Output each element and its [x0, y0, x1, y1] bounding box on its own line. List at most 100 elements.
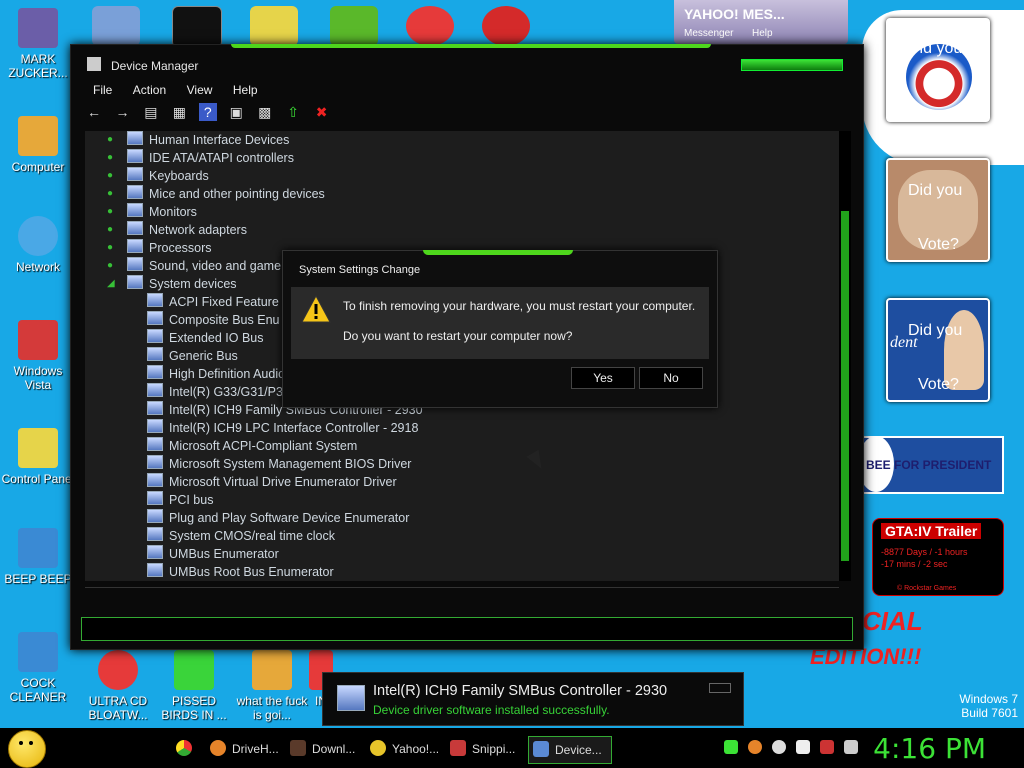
start-button[interactable] — [8, 730, 46, 768]
expand-icon[interactable]: ● — [107, 203, 113, 221]
tree-item-device[interactable]: System CMOS/real time clock — [147, 527, 335, 545]
tray-volume-icon[interactable] — [844, 740, 858, 754]
desktop-icon-ultra-cd[interactable]: ULTRA CD BLOATW... — [80, 650, 156, 722]
expand-icon[interactable]: ● — [107, 221, 113, 239]
tree-item-device[interactable]: Microsoft System Management BIOS Driver — [147, 455, 411, 473]
snipping-tool-icon — [450, 740, 466, 756]
device-icon — [147, 311, 163, 325]
tree-item-category[interactable]: ● IDE ATA/ATAPI controllers — [107, 149, 294, 167]
collapse-icon[interactable]: ◢ — [107, 275, 115, 293]
taskbar-button-label: Yahoo!... — [392, 742, 440, 756]
desktop-icon-top-3[interactable] — [250, 6, 298, 46]
tree-item-device[interactable]: Intel(R) ICH9 LPC Interface Controller -… — [147, 419, 418, 437]
taskbar-button-snipping[interactable]: Snippi... — [450, 736, 515, 762]
desktop-icon-angry-birds[interactable] — [330, 6, 378, 46]
tree-item-device[interactable]: Microsoft Virtual Drive Enumerator Drive… — [147, 473, 397, 491]
menu-file[interactable]: File — [91, 82, 114, 98]
system-settings-change-dialog[interactable]: System Settings Change To finish removin… — [282, 250, 718, 408]
back-arrow-icon[interactable]: ← — [85, 103, 103, 121]
desktop-icon-wtf[interactable]: what the fuck is goi... — [234, 650, 310, 722]
tree-item-device[interactable]: PCI bus — [147, 491, 213, 509]
tree-item-device[interactable]: Composite Bus Enu — [147, 311, 279, 329]
desktop-icon-control-panel[interactable]: Control Panel — [0, 428, 76, 486]
taskbar-button-driveh[interactable]: DriveH... — [210, 736, 279, 762]
desktop-icon-pissed-birds[interactable]: PISSED BIRDS IN ... — [156, 650, 232, 722]
gta-title: GTA:IV Trailer — [881, 523, 982, 539]
taskbar-button-downloads[interactable]: Downl... — [290, 736, 355, 762]
huckabee-banner[interactable]: BEE FOR PRESIDENT — [858, 436, 1004, 494]
forward-arrow-icon[interactable]: → — [113, 103, 131, 121]
tree-item-device[interactable]: ACPI Fixed Feature — [147, 293, 279, 311]
chrome-taskbar-icon[interactable] — [176, 740, 192, 756]
desktop-icon-mark-zucker[interactable]: MARK ZUCKER... — [0, 8, 76, 80]
tree-item-category[interactable]: ◢ System devices — [107, 275, 237, 293]
view-icon[interactable]: ▣ — [227, 103, 245, 121]
window-controls[interactable] — [741, 59, 843, 71]
tree-item-device[interactable]: UMBus Root Bus Enumerator — [147, 563, 334, 581]
tray-network-icon[interactable] — [820, 740, 834, 754]
update-driver-icon[interactable]: ⇧ — [284, 103, 302, 121]
tree-item-category[interactable]: ● Human Interface Devices — [107, 131, 289, 149]
tray-safely-remove-icon[interactable] — [724, 740, 738, 754]
tree-item-category[interactable]: ● Sound, video and game — [107, 257, 281, 275]
tree-item-device[interactable]: Microsoft ACPI-Compliant System — [147, 437, 357, 455]
taskbar-button-yahoo[interactable]: Yahoo!... — [370, 736, 439, 762]
yahoo-smiley-icon — [370, 740, 386, 756]
vote-gadget-mccain[interactable]: Did you Vote? — [886, 158, 990, 262]
vote-gadget-obama[interactable]: Did you — [886, 18, 990, 122]
desktop-icon-cock-cleaner[interactable]: COCK CLEANER — [0, 632, 76, 704]
scan-hardware-icon[interactable]: ▩ — [256, 103, 274, 121]
desktop-icon-top-5[interactable] — [406, 6, 454, 46]
window-title: Device Manager — [111, 59, 199, 73]
tree-item-category[interactable]: ● Processors — [107, 239, 212, 257]
firefox-icon — [210, 740, 226, 756]
tree-item-device[interactable]: High Definition Audio — [147, 365, 285, 383]
tray-messenger-icon[interactable] — [772, 740, 786, 754]
tree-item-category[interactable]: ● Mice and other pointing devices — [107, 185, 325, 203]
console-tree-icon[interactable]: ▤ — [142, 103, 160, 121]
desktop-icon-windows-vista[interactable]: Windows Vista — [0, 320, 76, 392]
desktop-icon-computer[interactable]: Computer — [0, 116, 76, 174]
tray-action-center-icon[interactable] — [796, 740, 810, 754]
help-icon[interactable]: ? — [198, 103, 217, 121]
yahoo-menu-help[interactable]: Help — [752, 28, 773, 39]
taskbar-clock[interactable]: 4:16 PM — [873, 732, 986, 765]
tray-search-icon[interactable] — [748, 740, 762, 754]
uninstall-icon[interactable]: ✖ — [313, 103, 331, 121]
vertical-scrollbar[interactable] — [839, 131, 851, 581]
desktop-icon-cmd[interactable] — [172, 6, 222, 48]
yahoo-menu-messenger[interactable]: Messenger — [684, 28, 733, 39]
driver-installed-notification[interactable]: Intel(R) ICH9 Family SMBus Controller - … — [322, 672, 744, 726]
tree-item-device[interactable]: Intel(R) G33/G31/P3 — [147, 383, 283, 401]
title-bar[interactable]: Device Manager — [71, 53, 863, 79]
no-button[interactable]: No — [639, 367, 703, 389]
yahoo-messenger-window[interactable]: YAHOO! MES... Messenger Help — [674, 0, 848, 44]
yes-button[interactable]: Yes — [571, 367, 635, 389]
menu-action[interactable]: Action — [131, 82, 168, 98]
desktop-icon-beep-beep[interactable]: BEEP BEEP — [0, 528, 76, 586]
desktop-icon-top-1[interactable] — [92, 6, 140, 46]
vote-gadget-clinton[interactable]: Did you dent Vote? — [886, 298, 990, 402]
notification-close-button[interactable] — [709, 683, 731, 693]
menu-view[interactable]: View — [185, 82, 215, 98]
properties-icon[interactable]: ▦ — [170, 103, 188, 121]
menu-help[interactable]: Help — [231, 82, 260, 98]
expand-icon[interactable]: ● — [107, 257, 113, 275]
expand-icon[interactable]: ● — [107, 167, 113, 185]
desktop-icon-network[interactable]: Network — [0, 216, 76, 274]
taskbar-button-device-manager[interactable]: Device... — [528, 736, 612, 764]
expand-icon[interactable]: ● — [107, 185, 113, 203]
expand-icon[interactable]: ● — [107, 149, 113, 167]
desktop-icon-devcpp[interactable] — [482, 6, 530, 46]
tree-item-category[interactable]: ● Network adapters — [107, 221, 247, 239]
tree-item-category[interactable]: ● Monitors — [107, 203, 197, 221]
tree-item-category[interactable]: ● Keyboards — [107, 167, 209, 185]
gta-countdown-gadget[interactable]: GTA:IV Trailer -8877 Days / -1 hours -17… — [872, 518, 1004, 596]
tree-item-device[interactable]: Plug and Play Software Device Enumerator — [147, 509, 409, 527]
tree-item-device[interactable]: UMBus Enumerator — [147, 545, 279, 563]
tree-item-device[interactable]: Generic Bus — [147, 347, 238, 365]
scrollbar-thumb[interactable] — [841, 211, 849, 561]
expand-icon[interactable]: ● — [107, 131, 113, 149]
tree-item-device[interactable]: Extended IO Bus — [147, 329, 264, 347]
expand-icon[interactable]: ● — [107, 239, 113, 257]
